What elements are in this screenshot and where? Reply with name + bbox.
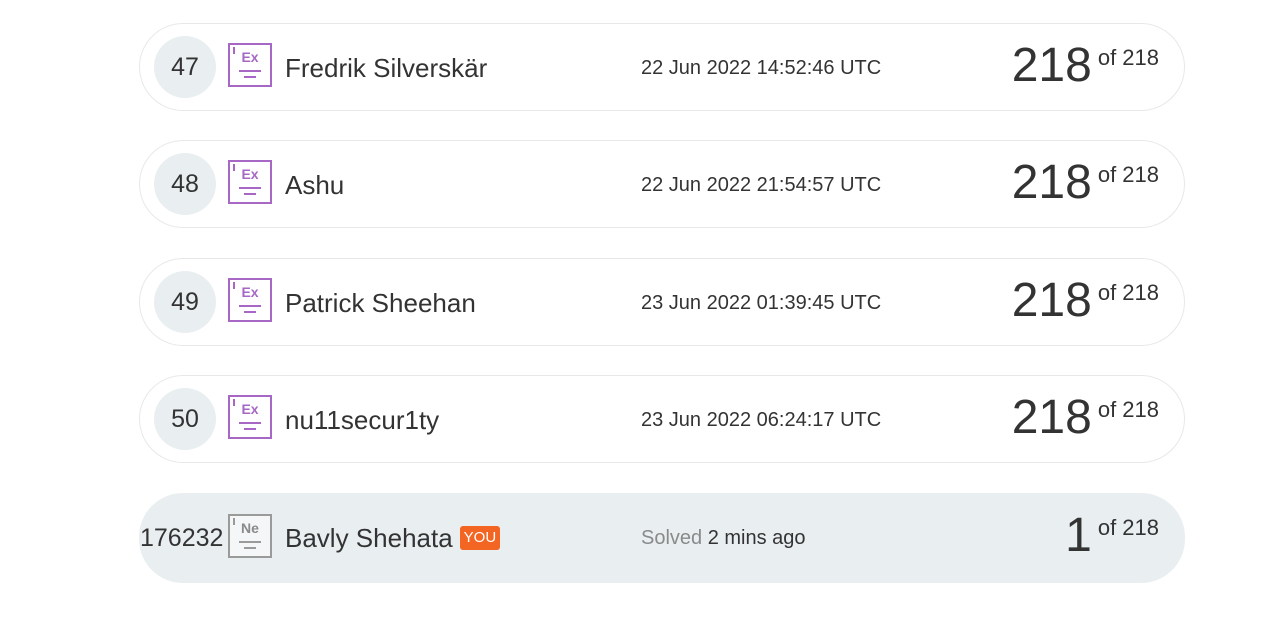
score-value: 218 — [1011, 156, 1092, 209]
player-name-link[interactable]: Patrick Sheehan — [285, 288, 476, 319]
score-total: of 218 — [1097, 162, 1159, 187]
score-total: of 218 — [1097, 45, 1159, 70]
leaderboard: 47 Ex Fredrik Silverskär 22 Jun 2022 14:… — [0, 0, 1275, 640]
completion-time: 23 Jun 2022 06:24:17 UTC — [641, 409, 882, 431]
player-name: Bavly Shehata — [285, 523, 453, 553]
current-user-row[interactable]: 176232 Ne Bavly Shehata YOU Solved 2 mins… — [139, 493, 1185, 583]
rank-number: 47 — [154, 36, 216, 98]
leaderboard-row[interactable]: 48 Ex Ashu 22 Jun 2022 21:54:57 UTC 218 o… — [139, 140, 1185, 228]
score-value: 218 — [1011, 274, 1092, 327]
leaderboard-row[interactable]: 50 Ex nu11secur1ty 23 Jun 2022 06:24:17 … — [139, 375, 1185, 463]
excellent-badge-icon: Ex — [228, 160, 272, 204]
rank-number: 176232 — [140, 524, 224, 552]
completion-time: 23 Jun 2022 01:39:45 UTC — [641, 292, 882, 314]
completion-time: 22 Jun 2022 21:54:57 UTC — [641, 174, 882, 196]
badge-symbol: Ex — [241, 401, 259, 417]
excellent-badge-icon: Ex — [228, 395, 272, 439]
leaderboard-row[interactable]: 49 Ex Patrick Sheehan 23 Jun 2022 01:39:… — [139, 258, 1185, 346]
player-name-link[interactable]: nu11secur1ty — [285, 405, 439, 436]
rank-number: 50 — [154, 388, 216, 450]
score: 1 of 218 — [1065, 508, 1159, 563]
score: 218 of 218 — [1012, 390, 1159, 445]
score-total: of 218 — [1097, 397, 1159, 422]
score: 218 of 218 — [1012, 273, 1159, 328]
solved-label: Solved — [641, 527, 703, 549]
newbie-badge-icon: Ne — [228, 514, 272, 558]
score-value: 1 — [1065, 509, 1092, 562]
solved-status: Solved 2 mins ago — [641, 527, 806, 550]
excellent-badge-icon: Ex — [228, 278, 272, 322]
player-name-link[interactable]: Fredrik Silverskär — [285, 53, 487, 84]
badge-symbol: Ex — [241, 284, 259, 300]
player-name-link[interactable]: Ashu — [285, 170, 344, 201]
badge-symbol: Ex — [241, 166, 259, 182]
rank-number: 49 — [154, 271, 216, 333]
rank-number: 48 — [154, 153, 216, 215]
completion-time: 22 Jun 2022 14:52:46 UTC — [641, 57, 882, 79]
leaderboard-row[interactable]: 47 Ex Fredrik Silverskär 22 Jun 2022 14:… — [139, 23, 1185, 111]
score-total: of 218 — [1097, 280, 1159, 305]
badge-symbol: Ex — [241, 49, 259, 65]
solved-time: 2 mins ago — [707, 527, 806, 549]
score-value: 218 — [1011, 391, 1092, 444]
badge-symbol: Ne — [241, 520, 259, 536]
you-badge: YOU — [459, 525, 501, 550]
score: 218 of 218 — [1012, 38, 1159, 93]
score: 218 of 218 — [1012, 155, 1159, 210]
score-value: 218 — [1011, 39, 1092, 92]
excellent-badge-icon: Ex — [228, 43, 272, 87]
score-total: of 218 — [1097, 515, 1159, 540]
player-name-link[interactable]: Bavly Shehata YOU — [285, 523, 501, 554]
